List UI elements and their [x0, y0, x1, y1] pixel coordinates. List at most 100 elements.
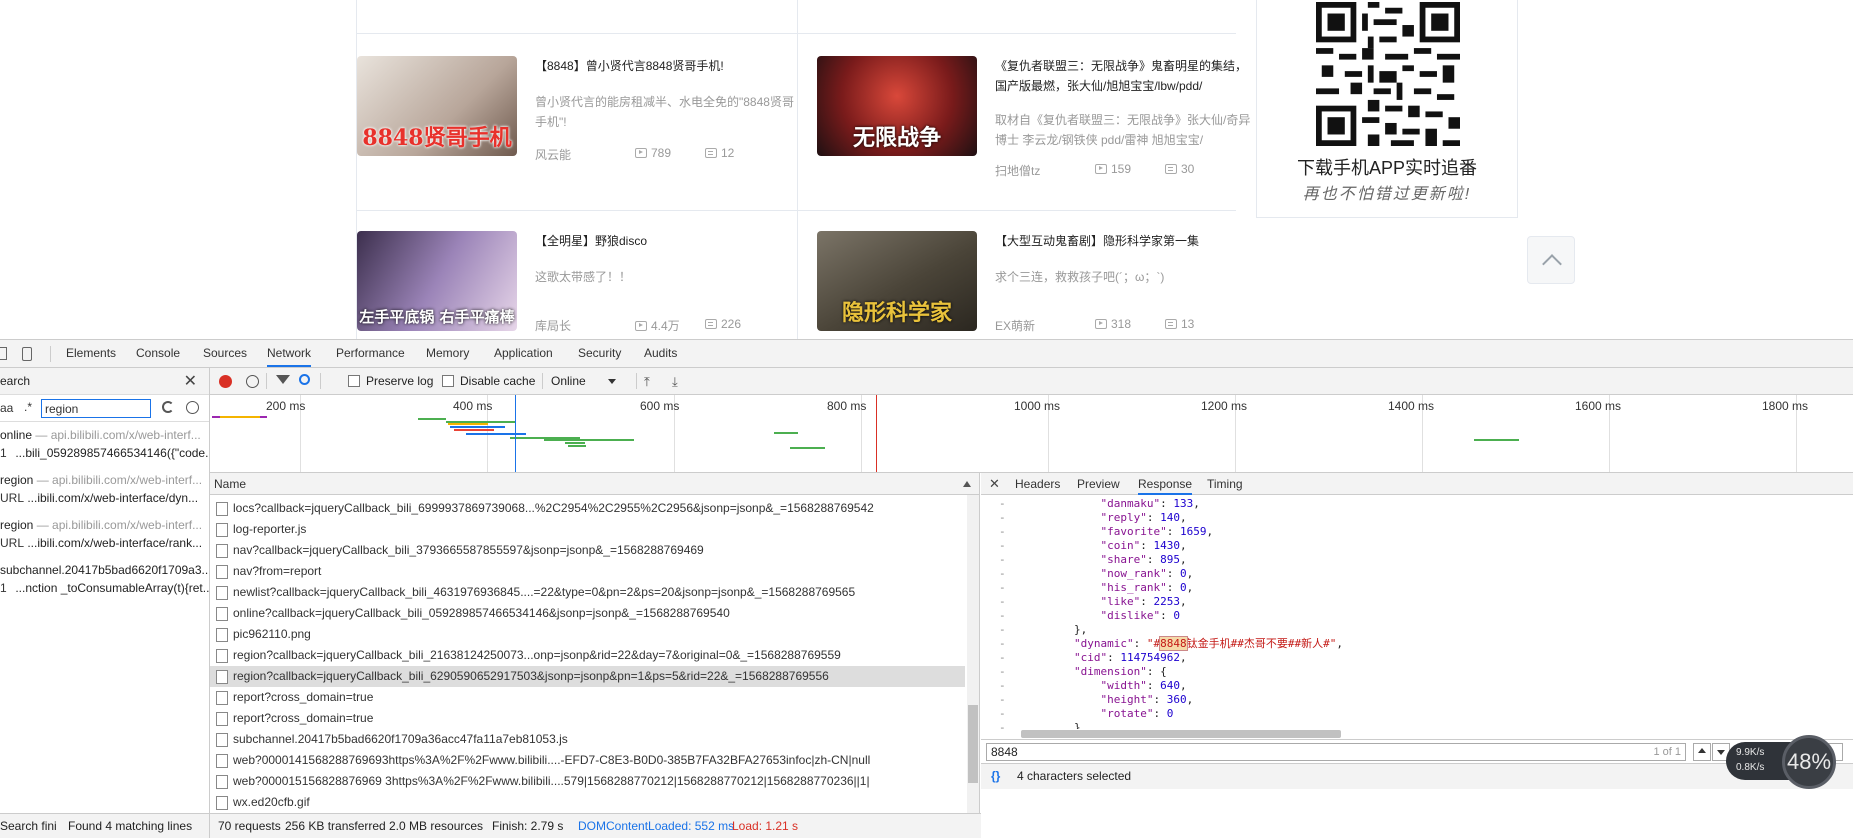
fold-gutter-marker[interactable]: -	[999, 651, 1006, 665]
tab-application[interactable]: Application	[494, 340, 553, 367]
tab-elements[interactable]: Elements	[66, 340, 116, 367]
close-icon[interactable]: ✕	[184, 371, 197, 391]
tab-network[interactable]: Network	[267, 340, 312, 367]
tab-audits[interactable]: Audits	[644, 340, 677, 367]
tab-timing[interactable]: Timing	[1207, 473, 1243, 495]
search-result-line[interactable]: 1 ...nction _toConsumableArray(t){ret...	[0, 580, 209, 596]
fold-gutter-marker[interactable]: -	[999, 721, 1006, 729]
tab-sources[interactable]: Sources	[203, 340, 247, 367]
video-card[interactable]: 隐形科学家 【大型互动鬼畜剧】隐形科学家第一集 求个三连，救救孩子吧(´；ω；`…	[817, 231, 1257, 339]
request-row[interactable]: web?000015156828876969 3https%3A%2F%2Fww…	[210, 771, 965, 792]
refresh-icon[interactable]	[162, 401, 174, 413]
search-result-file[interactable]: region — api.bilibili.com/x/web-interf..…	[0, 517, 209, 533]
video-thumbnail[interactable]: 隐形科学家	[817, 231, 977, 331]
search-input[interactable]	[41, 399, 151, 418]
tab-security[interactable]: Security	[578, 340, 621, 367]
clear-log-icon[interactable]	[246, 375, 259, 388]
search-result-file[interactable]: region — api.bilibili.com/x/web-interf..…	[0, 472, 209, 488]
author-name[interactable]: 库局长	[535, 317, 571, 334]
match-case-button[interactable]: aa	[0, 401, 13, 415]
import-har-icon[interactable]: ⤒	[644, 374, 650, 390]
search-result-file[interactable]: subchannel.20417b5bad6620f1709a3...	[0, 562, 209, 578]
fold-gutter-marker[interactable]: -	[999, 567, 1006, 581]
fold-gutter-marker[interactable]: -	[999, 595, 1006, 609]
video-card[interactable]: 8848贤哥手机 【8848】曾小贤代言8848贤哥手机! 曾小贤代言的能房租减…	[357, 56, 797, 206]
regex-button[interactable]: .*	[24, 400, 32, 414]
fold-gutter-marker[interactable]: -	[999, 553, 1006, 567]
request-row[interactable]: log-reporter.js	[210, 519, 965, 540]
request-row[interactable]: pic962110.png	[210, 624, 965, 645]
video-title[interactable]: 【大型互动鬼畜剧】隐形科学家第一集	[995, 231, 1257, 251]
name-column-header[interactable]: Name	[210, 473, 979, 495]
video-title[interactable]: 【全明星】野狼disco	[535, 231, 797, 251]
request-list-scrollbar[interactable]	[967, 495, 979, 813]
throttle-select[interactable]: Online	[551, 374, 586, 388]
fold-gutter-marker[interactable]: -	[999, 525, 1006, 539]
find-prev-button[interactable]	[1693, 743, 1711, 761]
video-title[interactable]: 《复仇者联盟三：无限战争》鬼畜明星的集结，国产版最燃，张大仙/旭旭宝宝/lbw/…	[995, 56, 1257, 96]
tab-memory[interactable]: Memory	[426, 340, 469, 367]
author-name[interactable]: EX萌新	[995, 317, 1035, 334]
request-row[interactable]: region?callback=jqueryCallback_bili_6290…	[210, 666, 965, 687]
export-har-icon[interactable]: ⤓	[672, 374, 678, 390]
search-result-line[interactable]: 1 ...bili_059289857466534146({"code...	[0, 445, 209, 461]
fold-gutter-marker[interactable]: -	[999, 511, 1006, 525]
tab-headers[interactable]: Headers	[1015, 473, 1060, 495]
video-thumbnail[interactable]: 无限战争	[817, 56, 977, 156]
fold-gutter-marker[interactable]: -	[999, 693, 1006, 707]
record-icon[interactable]	[219, 375, 232, 388]
sort-asc-icon[interactable]	[963, 481, 971, 487]
search-result-line[interactable]: URL ...ibili.com/x/web-interface/dyn...	[0, 490, 209, 506]
response-code-view[interactable]: - "danmaku": 133, - "reply": 140, - "favor…	[981, 495, 1853, 729]
pretty-print-icon[interactable]: {}	[991, 764, 1000, 788]
fold-gutter-marker[interactable]: -	[999, 609, 1006, 623]
qr-code[interactable]	[1316, 0, 1460, 148]
chevron-down-icon[interactable]	[608, 379, 616, 384]
request-row[interactable]: online?callback=jqueryCallback_bili_0592…	[210, 603, 965, 624]
clear-icon[interactable]	[186, 401, 199, 414]
request-row[interactable]: report?cross_domain=true	[210, 708, 965, 729]
search-result-line[interactable]: URL ...ibili.com/x/web-interface/rank...	[0, 535, 209, 551]
request-row[interactable]: subchannel.20417b5bad6620f1709a36acc47fa…	[210, 729, 965, 750]
preserve-log-checkbox[interactable]	[348, 375, 360, 387]
inspect-element-icon[interactable]	[0, 347, 7, 360]
scrollbar-thumb[interactable]	[968, 705, 978, 783]
tab-performance[interactable]: Performance	[336, 340, 405, 367]
request-row[interactable]: report?cross_domain=true	[210, 687, 965, 708]
video-thumbnail[interactable]: 8848贤哥手机	[357, 56, 517, 156]
close-icon[interactable]: ✕	[989, 476, 1000, 492]
fold-gutter-marker[interactable]: -	[999, 679, 1006, 693]
scrollbar-thumb[interactable]	[1021, 730, 1341, 738]
author-name[interactable]: 扫地僧tz	[995, 162, 1040, 179]
fold-gutter-marker[interactable]: -	[999, 707, 1006, 721]
filter-icon[interactable]	[276, 375, 290, 384]
video-card[interactable]: 左手平底锅 右手平痛棒 【全明星】野狼disco 这歌太带感了！！ 库局长 4.…	[357, 231, 797, 339]
request-row[interactable]: newlist?callback=jqueryCallback_bili_463…	[210, 582, 965, 603]
fold-gutter-marker[interactable]: -	[999, 539, 1006, 553]
network-speed-widget[interactable]: 9.9K/s 0.8K/s 48%	[1726, 735, 1850, 789]
video-card[interactable]: 无限战争 《复仇者联盟三：无限战争》鬼畜明星的集结，国产版最燃，张大仙/旭旭宝宝…	[817, 56, 1257, 206]
search-result-file[interactable]: online — api.bilibili.com/x/web-interf..…	[0, 427, 209, 443]
request-row[interactable]: nav?from=report	[210, 561, 965, 582]
video-thumbnail[interactable]: 左手平底锅 右手平痛棒	[357, 231, 517, 331]
fold-gutter-marker[interactable]: -	[999, 665, 1006, 679]
fold-gutter-marker[interactable]: -	[999, 637, 1006, 651]
video-title[interactable]: 【8848】曾小贤代言8848贤哥手机!	[535, 56, 797, 76]
fold-gutter-marker[interactable]: -	[999, 581, 1006, 595]
back-to-top-button[interactable]	[1527, 236, 1575, 284]
request-row[interactable]: locs?callback=jqueryCallback_bili_699993…	[210, 498, 965, 519]
tab-response[interactable]: Response	[1138, 473, 1193, 495]
code-horizontal-scrollbar[interactable]	[1011, 729, 1831, 739]
device-toolbar-icon[interactable]	[22, 347, 32, 361]
find-input[interactable]: 8848 1 of 1	[986, 743, 1686, 761]
request-row[interactable]: wx.ed20cfb.gif	[210, 792, 965, 813]
author-name[interactable]: 风云能	[535, 146, 571, 163]
request-row[interactable]: nav?callback=jqueryCallback_bili_3793665…	[210, 540, 965, 561]
search-icon[interactable]	[299, 374, 310, 385]
fold-gutter-marker[interactable]: -	[999, 497, 1006, 511]
tab-console[interactable]: Console	[136, 340, 180, 367]
disable-cache-checkbox[interactable]	[442, 375, 454, 387]
request-row[interactable]: region?callback=jqueryCallback_bili_2163…	[210, 645, 965, 666]
request-row[interactable]: web?0000141568288769693https%3A%2F%2Fwww…	[210, 750, 965, 771]
fold-gutter-marker[interactable]: -	[999, 623, 1006, 637]
